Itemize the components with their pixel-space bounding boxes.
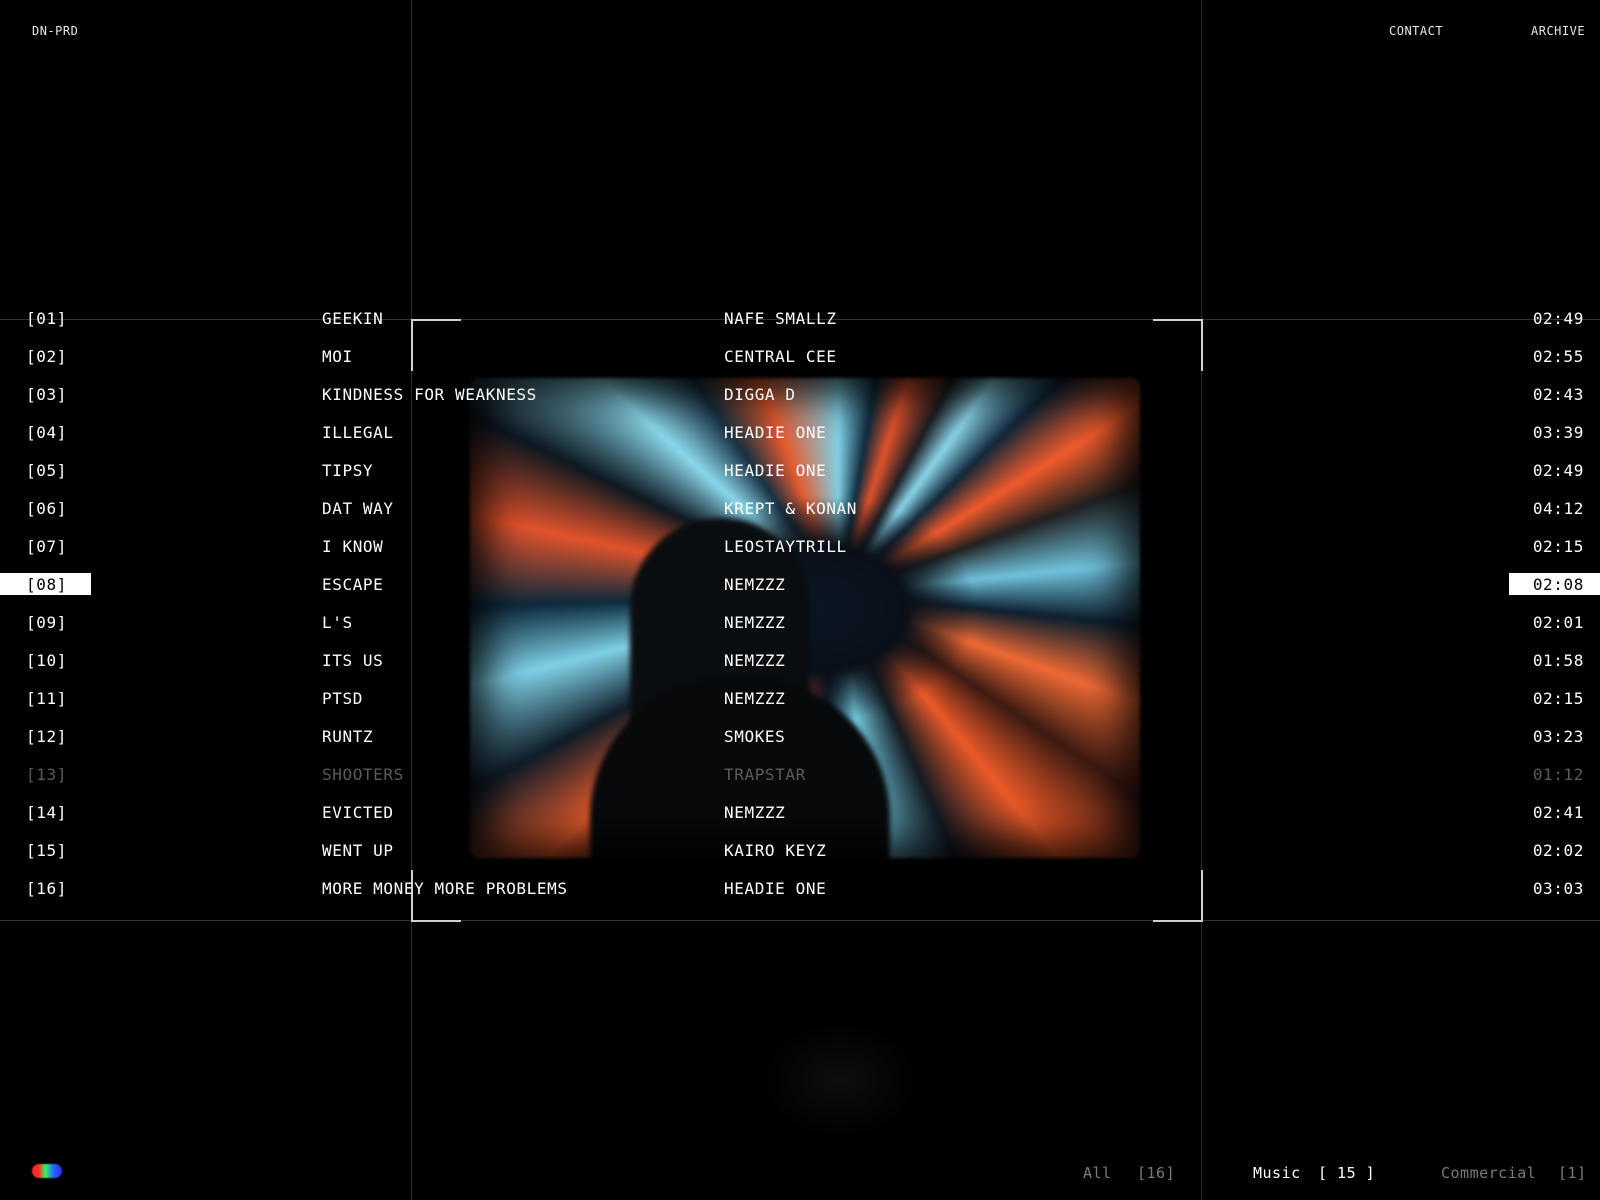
page: DN-PRD CONTACT ARCHIVE [01] GEEKIN NAFE …: [0, 0, 1600, 1200]
track-row[interactable]: [16] MORE MONEY MORE PROBLEMS HEADIE ONE…: [0, 870, 1600, 908]
track-number: [15]: [26, 841, 67, 860]
track-duration: 02:41: [1532, 803, 1584, 822]
track-row[interactable]: [11] PTSD NEMZZZ 02:15: [0, 680, 1600, 718]
track-number: [04]: [26, 423, 67, 442]
track-title: PTSD: [322, 689, 363, 708]
track-title: SHOOTERS: [322, 765, 404, 784]
track-duration: 02:49: [1532, 461, 1584, 480]
track-duration: 01:12: [1532, 765, 1584, 784]
nav-contact-link[interactable]: CONTACT: [1389, 24, 1443, 38]
track-title: TIPSY: [322, 461, 374, 480]
track-duration: 03:03: [1532, 879, 1584, 898]
track-number: [07]: [26, 537, 67, 556]
track-row[interactable]: [01] GEEKIN NAFE SMALLZ 02:49: [0, 300, 1600, 338]
filter-all-label[interactable]: All: [1083, 1164, 1112, 1182]
track-artist: NAFE SMALLZ: [724, 309, 837, 328]
track-title: ESCAPE: [322, 575, 384, 594]
track-title: DAT WAY: [322, 499, 394, 518]
grid-line-bottom: [0, 920, 1600, 921]
filter-commercial-label[interactable]: Commercial: [1441, 1164, 1536, 1182]
track-artist: SMOKES: [724, 727, 786, 746]
track-row[interactable]: [06] DAT WAY KREPT & KONAN 04:12: [0, 490, 1600, 528]
track-title: ILLEGAL: [322, 423, 394, 442]
filter-commercial-count[interactable]: [1]: [1558, 1164, 1587, 1182]
track-row[interactable]: [07] I KNOW LEOSTAYTRILL 02:15: [0, 528, 1600, 566]
track-number: [09]: [26, 613, 67, 632]
track-row[interactable]: [02] MOI CENTRAL CEE 02:55: [0, 338, 1600, 376]
track-duration: 02:49: [1532, 309, 1584, 328]
track-row[interactable]: [14] EVICTED NEMZZZ 02:41: [0, 794, 1600, 832]
track-artist: HEADIE ONE: [724, 423, 827, 442]
filter-music-count[interactable]: [ 15 ]: [1318, 1164, 1375, 1182]
ambient-glow: [760, 1020, 920, 1140]
track-number: [14]: [26, 803, 67, 822]
track-row[interactable]: [03] KINDNESS FOR WEAKNESS DIGGA D 02:43: [0, 376, 1600, 414]
track-number: [11]: [26, 689, 67, 708]
track-row[interactable]: [09] L'S NEMZZZ 02:01: [0, 604, 1600, 642]
track-duration: 01:58: [1532, 651, 1584, 670]
track-title: EVICTED: [322, 803, 394, 822]
track-row-active[interactable]: [08] ESCAPE NEMZZZ 02:08: [0, 566, 1600, 604]
track-artist: DIGGA D: [724, 385, 796, 404]
track-duration: 03:23: [1532, 727, 1584, 746]
track-duration: 02:01: [1532, 613, 1584, 632]
filter-music-label[interactable]: Music: [1253, 1164, 1301, 1182]
track-title: RUNTZ: [322, 727, 374, 746]
track-number: [05]: [26, 461, 67, 480]
track-number: [12]: [26, 727, 67, 746]
track-row-disabled: [13] SHOOTERS TRAPSTAR 01:12: [0, 756, 1600, 794]
track-artist: KREPT & KONAN: [724, 499, 858, 518]
track-number: [10]: [26, 651, 67, 670]
rgb-dot-logo-icon[interactable]: [32, 1164, 62, 1178]
track-row[interactable]: [05] TIPSY HEADIE ONE 02:49: [0, 452, 1600, 490]
track-number: [06]: [26, 499, 67, 518]
nav-archive-link[interactable]: ARCHIVE: [1531, 24, 1585, 38]
track-title: L'S: [322, 613, 353, 632]
track-duration: 04:12: [1532, 499, 1584, 518]
track-number: [13]: [26, 765, 67, 784]
track-number: [02]: [26, 347, 67, 366]
track-artist: KAIRO KEYZ: [724, 841, 827, 860]
filter-all-count[interactable]: [16]: [1137, 1164, 1175, 1182]
track-number: [08]: [26, 575, 67, 594]
track-row[interactable]: [04] ILLEGAL HEADIE ONE 03:39: [0, 414, 1600, 452]
track-artist: HEADIE ONE: [724, 879, 827, 898]
track-artist: NEMZZZ: [724, 575, 786, 594]
track-artist: CENTRAL CEE: [724, 347, 837, 366]
track-duration: 02:15: [1532, 537, 1584, 556]
track-title: I KNOW: [322, 537, 384, 556]
track-title: MORE MONEY MORE PROBLEMS: [322, 879, 568, 898]
track-artist: NEMZZZ: [724, 651, 786, 670]
track-number: [03]: [26, 385, 67, 404]
track-number: [01]: [26, 309, 67, 328]
track-title: MOI: [322, 347, 353, 366]
track-artist: TRAPSTAR: [724, 765, 806, 784]
track-duration: 02:55: [1532, 347, 1584, 366]
track-duration: 03:39: [1532, 423, 1584, 442]
track-artist: LEOSTAYTRILL: [724, 537, 847, 556]
track-title: GEEKIN: [322, 309, 384, 328]
track-duration: 02:43: [1532, 385, 1584, 404]
track-artist: NEMZZZ: [724, 689, 786, 708]
track-title: ITS US: [322, 651, 384, 670]
track-row[interactable]: [12] RUNTZ SMOKES 03:23: [0, 718, 1600, 756]
track-duration: 02:15: [1532, 689, 1584, 708]
track-title: KINDNESS FOR WEAKNESS: [322, 385, 537, 404]
track-duration: 02:02: [1532, 841, 1584, 860]
track-duration: 02:08: [1532, 575, 1584, 594]
track-row[interactable]: [10] ITS US NEMZZZ 01:58: [0, 642, 1600, 680]
track-artist: NEMZZZ: [724, 613, 786, 632]
track-number: [16]: [26, 879, 67, 898]
track-artist: HEADIE ONE: [724, 461, 827, 480]
track-title: WENT UP: [322, 841, 394, 860]
track-artist: NEMZZZ: [724, 803, 786, 822]
brand-logo-text[interactable]: DN-PRD: [32, 24, 78, 38]
track-row[interactable]: [15] WENT UP KAIRO KEYZ 02:02: [0, 832, 1600, 870]
